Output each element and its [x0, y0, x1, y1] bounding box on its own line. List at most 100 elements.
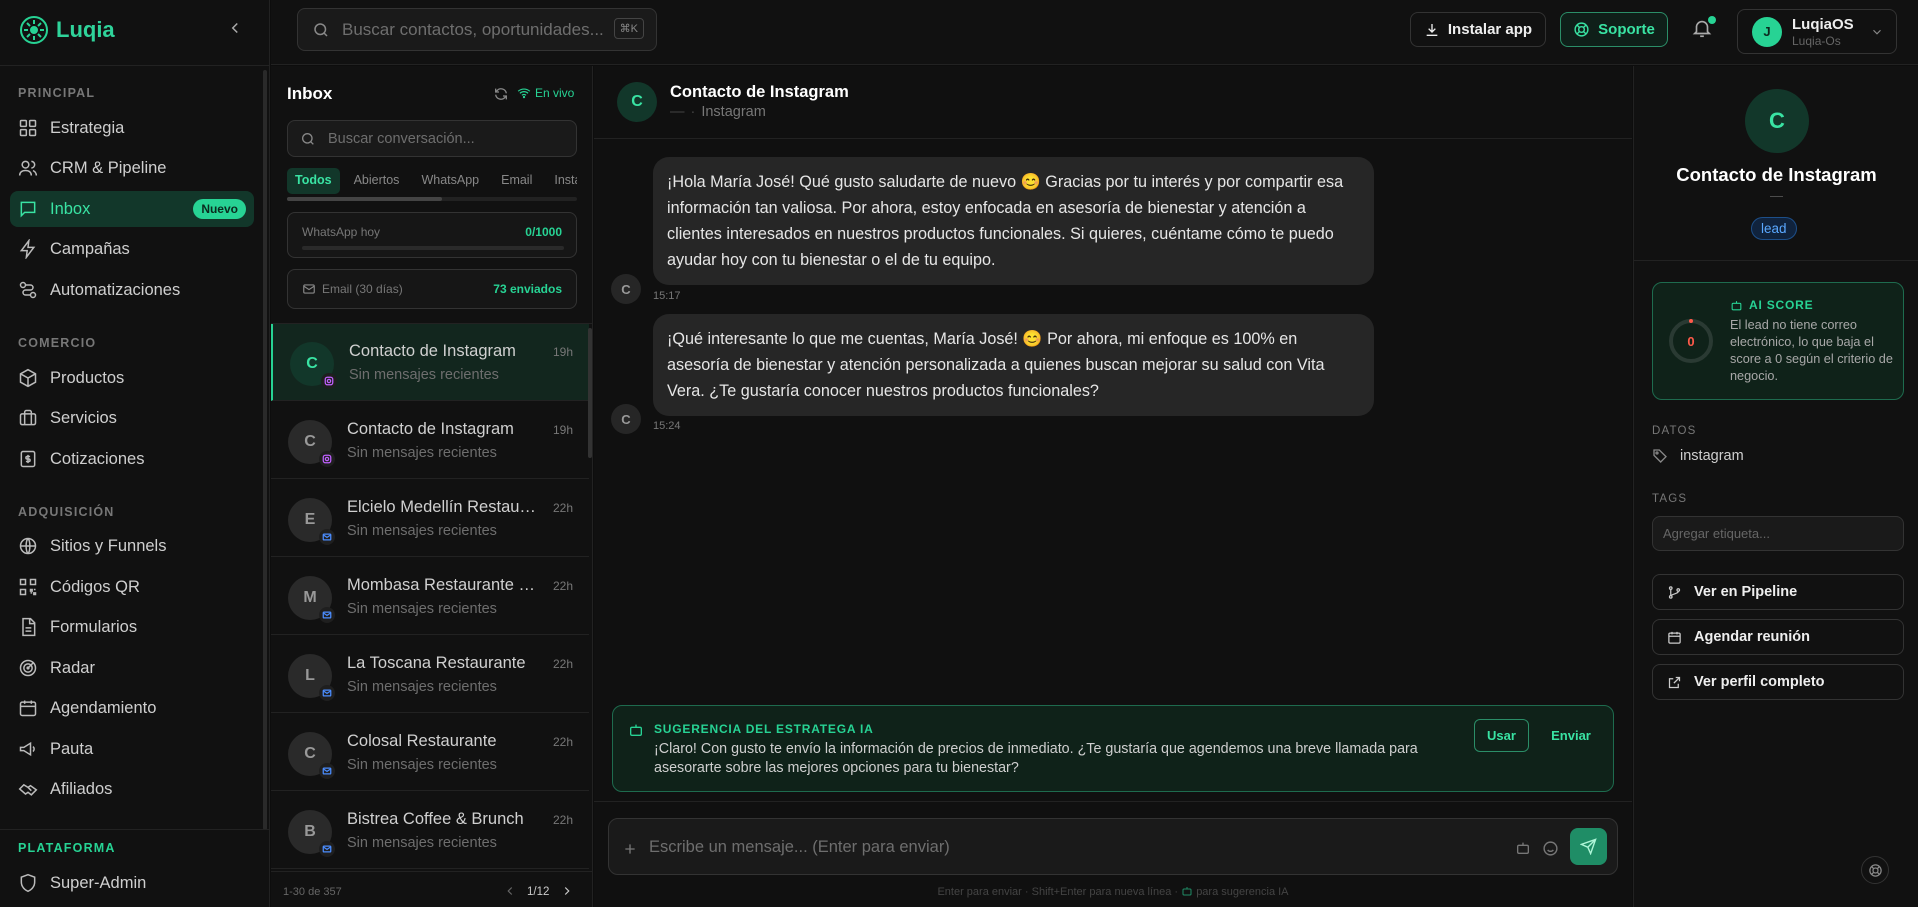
globe-icon: [19, 537, 37, 555]
user-menu[interactable]: J LuqiaOS Luqia-Os: [1737, 9, 1897, 54]
avatar: C: [288, 732, 335, 779]
filter-tab-abiertos[interactable]: Abiertos: [346, 168, 408, 194]
conversation-item[interactable]: C Contacto de Instagram 19h Sin mensajes…: [271, 324, 589, 401]
sidebar-item-productos[interactable]: Productos: [10, 360, 254, 396]
sidebar-item-inbox[interactable]: Inbox Nuevo: [10, 191, 254, 227]
box-icon: [19, 368, 37, 388]
conversation-list-scrollbar[interactable]: [588, 328, 592, 458]
briefcase-icon: [19, 409, 37, 426]
mail-icon: [322, 533, 332, 541]
add-tag-input[interactable]: Agregar etiqueta...: [1652, 516, 1904, 551]
refresh-icon[interactable]: [493, 86, 509, 102]
sidebar-item-radar[interactable]: Radar: [10, 650, 254, 686]
conversation-search-input[interactable]: Buscar conversación...: [287, 120, 577, 157]
sidebar-item-crm[interactable]: CRM & Pipeline: [10, 150, 254, 186]
conversation-time: 22h: [552, 579, 573, 593]
install-app-button[interactable]: Instalar app: [1410, 12, 1546, 47]
emoji-icon[interactable]: [1542, 840, 1559, 857]
conversation-item[interactable]: C Contacto de Instagram 19h Sin mensajes…: [271, 402, 589, 479]
conversation-preview: Sin mensajes recientes: [347, 601, 497, 617]
avatar-initial: B: [304, 823, 316, 840]
sidebar-item-formularios[interactable]: Formularios: [10, 609, 254, 645]
conversation-list: C Contacto de Instagram 19h Sin mensajes…: [271, 324, 593, 871]
sidebar-item-campanas[interactable]: Campañas: [10, 231, 254, 267]
support-button[interactable]: Soporte: [1560, 12, 1668, 47]
ai-score-value: 0: [1687, 333, 1695, 349]
chat-contact-dash: —: [670, 104, 685, 120]
conversation-name: Elcielo Medellín Restaurante: [347, 498, 537, 516]
avatar: C: [290, 342, 337, 389]
wifi-icon: [517, 88, 531, 99]
filter-tab-whatsapp[interactable]: WhatsApp: [413, 168, 487, 194]
avatar: B: [288, 810, 335, 857]
data-section-label: DATOS: [1652, 425, 1697, 437]
mail-icon: [322, 767, 332, 775]
sidebar-item-servicios[interactable]: Servicios: [10, 400, 254, 436]
chevron-left-icon[interactable]: [503, 884, 517, 898]
plus-icon[interactable]: [622, 841, 638, 857]
conversation-name: Bistrea Coffee & Brunch: [347, 810, 524, 828]
global-search-input[interactable]: Buscar contactos, oportunidades... ⌘K: [297, 8, 657, 51]
filter-tab-email[interactable]: Email: [493, 168, 540, 194]
sidebar-scrollbar[interactable]: [263, 70, 267, 830]
tags-section-label: TAGS: [1652, 493, 1688, 505]
bot-icon[interactable]: [1515, 840, 1531, 856]
conversation-item[interactable]: E Elcielo Medellín Restaurante 22h Sin m…: [271, 480, 589, 557]
filter-tab-todos[interactable]: Todos: [287, 168, 340, 194]
email-channel-badge: [319, 841, 335, 857]
sidebar-item-cotizaciones[interactable]: Cotizaciones: [10, 441, 254, 477]
use-suggestion-button[interactable]: Usar: [1474, 719, 1529, 752]
mail-icon: [322, 845, 332, 853]
install-app-label: Instalar app: [1447, 21, 1533, 38]
users-icon: [18, 160, 38, 176]
notifications-button[interactable]: [1691, 16, 1716, 41]
help-button[interactable]: [1861, 856, 1889, 884]
sidebar-item-afiliados[interactable]: Afiliados: [10, 771, 254, 807]
conversation-preview: Sin mensajes recientes: [347, 757, 497, 773]
file-icon: [22, 617, 36, 637]
sidebar-item-label: Agendamiento: [50, 698, 157, 717]
logo[interactable]: Luqia: [18, 14, 115, 46]
email-usage-label: Email (30 días): [302, 282, 403, 296]
avatar: L: [288, 654, 335, 701]
schedule-meeting-button[interactable]: Agendar reunión: [1652, 619, 1904, 655]
sidebar-item-agendamiento[interactable]: Agendamiento: [10, 690, 254, 726]
source-field: instagram: [1652, 448, 1744, 464]
sidebar-item-label: Productos: [50, 368, 125, 387]
sidebar-item-label: Radar: [50, 658, 95, 677]
ai-score-card: 0 AI SCORE El lead no tiene correo elect…: [1652, 282, 1904, 400]
search-icon: [302, 132, 314, 145]
whatsapp-usage-label: WhatsApp hoy: [302, 225, 381, 239]
send-suggestion-button[interactable]: Enviar: [1541, 719, 1601, 752]
email-usage-card: Email (30 días) 73 enviados: [287, 269, 577, 309]
conversation-preview: Sin mensajes recientes: [347, 445, 497, 461]
chevron-right-icon[interactable]: [560, 884, 574, 898]
sidebar-item-estrategia[interactable]: Estrategia: [10, 110, 254, 146]
lifebuoy-icon: [1868, 863, 1882, 877]
sidebar-item-automatizaciones[interactable]: Automatizaciones: [10, 272, 254, 308]
message-bubble: ¡Hola María José! Qué gusto saludarte de…: [653, 157, 1374, 285]
sidebar-item-pauta[interactable]: Pauta: [10, 731, 254, 767]
filter-tabs-scrollbar[interactable]: [287, 197, 577, 201]
ai-suggestion-title: SUGERENCIA DEL ESTRATEGA IA: [654, 722, 874, 736]
conversation-item[interactable]: L La Toscana Restaurante 22h Sin mensaje…: [271, 636, 589, 713]
sidebar-item-sitios[interactable]: Sitios y Funnels: [10, 528, 254, 564]
filter-tab-instagram[interactable]: Instagram: [546, 168, 577, 194]
sidebar-item-label: Servicios: [50, 408, 117, 427]
view-full-profile-button[interactable]: Ver perfil completo: [1652, 664, 1904, 700]
bot-icon: [1181, 885, 1193, 897]
conversation-item[interactable]: M Mombasa Restaurante Medellín 22h Sin m…: [271, 558, 589, 635]
collapse-sidebar-icon[interactable]: [226, 19, 244, 37]
sidebar-item-super-admin[interactable]: Super-Admin: [10, 865, 254, 901]
instagram-channel-badge: [321, 373, 337, 389]
send-button[interactable]: [1570, 828, 1607, 865]
conversation-item[interactable]: C Colosal Restaurante 22h Sin mensajes r…: [271, 714, 589, 791]
sidebar-item-qr[interactable]: Códigos QR: [10, 569, 254, 605]
message-composer[interactable]: Escribe un mensaje... (Enter para enviar…: [608, 818, 1618, 875]
view-in-pipeline-button[interactable]: Ver en Pipeline: [1652, 574, 1904, 610]
conversation-item[interactable]: B Bistrea Coffee & Brunch 22h Sin mensaj…: [271, 792, 589, 869]
sidebar-item-label: Formularios: [50, 617, 138, 636]
instagram-icon: [324, 376, 334, 386]
message-bubble: ¡Qué interesante lo que me cuentas, Marí…: [653, 314, 1374, 416]
sidebar-item-label: Automatizaciones: [50, 280, 181, 299]
